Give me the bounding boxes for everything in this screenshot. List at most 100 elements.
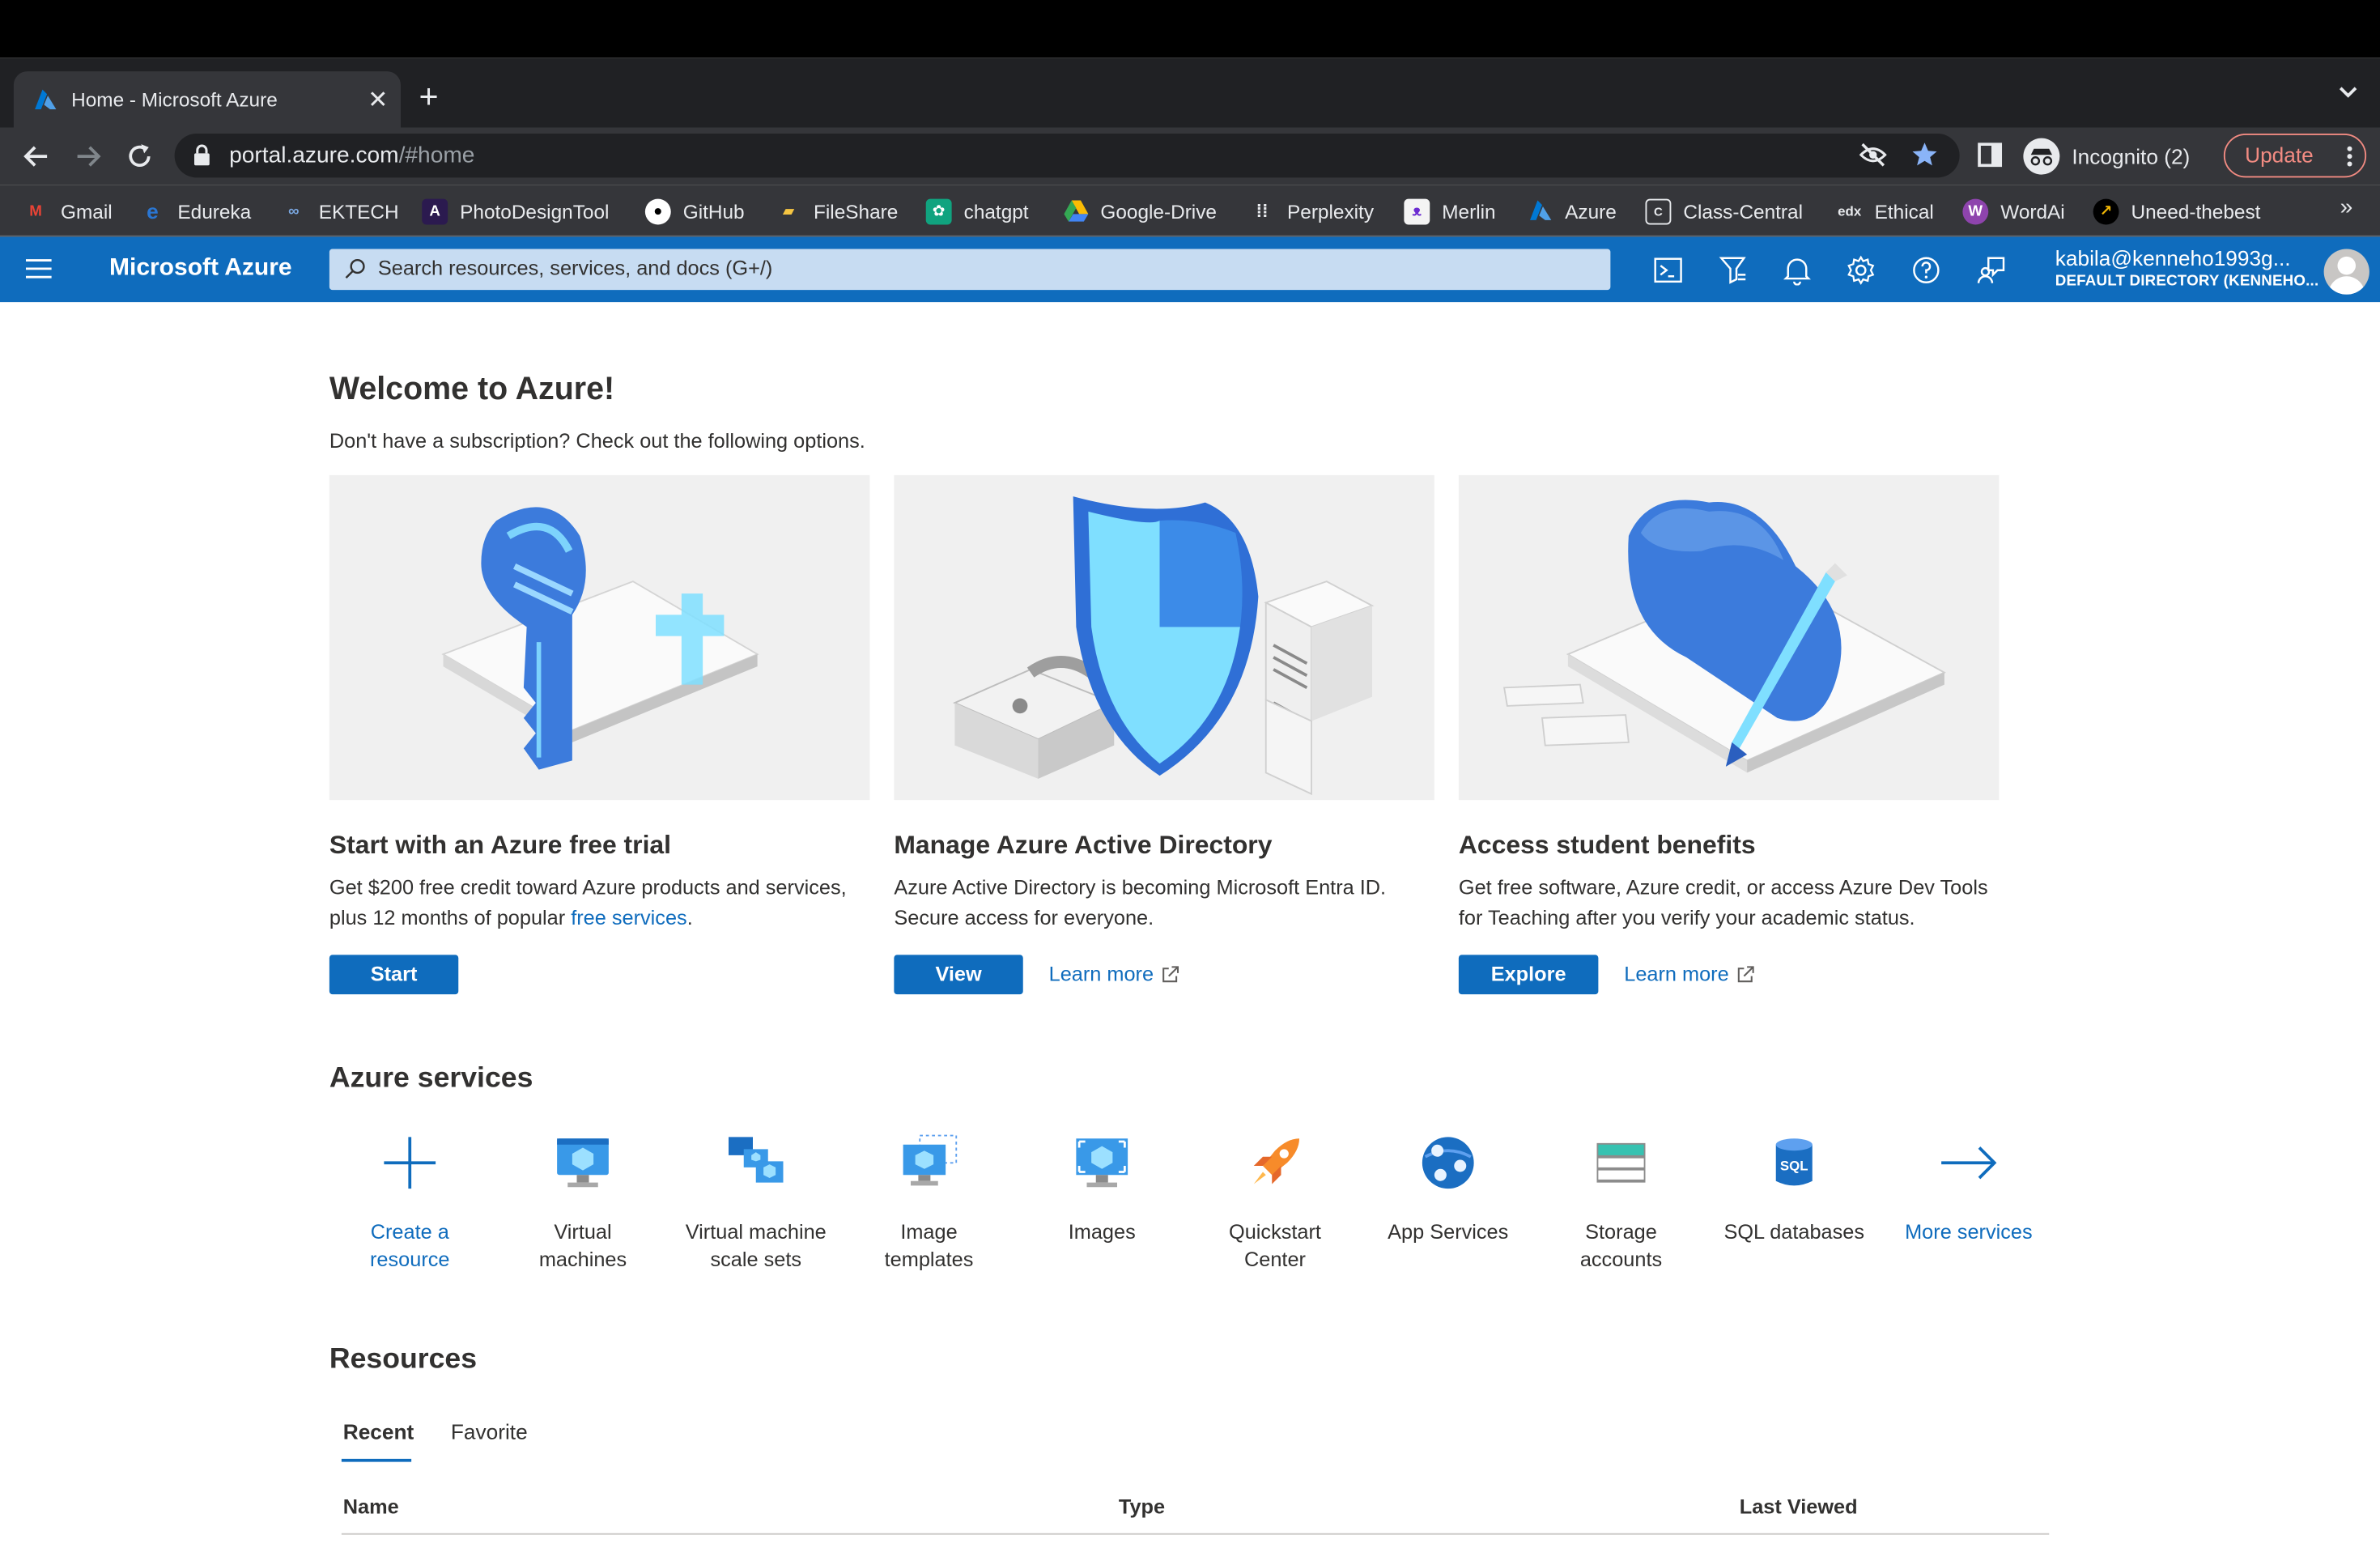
bookmark-ethical[interactable]: edx Ethical — [1837, 196, 1934, 227]
vm-scale-sets-icon — [729, 1137, 784, 1183]
column-header-name[interactable]: Name — [343, 1495, 399, 1518]
column-header-last-viewed[interactable]: Last Viewed — [1740, 1495, 1858, 1518]
global-search-input[interactable]: Search resources, services, and docs (G+… — [329, 249, 1611, 291]
bookmark-label: Uneed-thebest — [2131, 199, 2261, 223]
column-header-type[interactable]: Type — [1119, 1495, 1165, 1518]
bookmark-merlin[interactable]: ᴥ Merlin — [1404, 196, 1496, 227]
sql-database-icon: SQL — [1775, 1138, 1813, 1186]
url-text: portal.azure.com/#home — [229, 142, 474, 168]
bookmarks-overflow-icon[interactable]: » — [2340, 194, 2353, 220]
address-bar[interactable]: portal.azure.com/#home — [174, 134, 1960, 178]
uneed-icon: ↗ — [2093, 198, 2119, 224]
bookmarks-bar: M Gmail e Edureka ∞ EKTECH A PhotoDesignTool… — [0, 185, 2380, 237]
back-icon[interactable] — [21, 141, 52, 172]
service-more-services[interactable]: More services — [1882, 1133, 2055, 1247]
card-title: Access student benefits — [1458, 830, 1756, 860]
service-label: Storage accounts — [1579, 1220, 1663, 1271]
bookmark-wordai[interactable]: W WordAi — [1962, 196, 2065, 227]
learn-more-label: Learn more — [1624, 962, 1729, 985]
bookmark-chatgpt[interactable]: ✿ chatgpt — [925, 196, 1029, 227]
more-vert-icon[interactable] — [2347, 146, 2353, 167]
service-create-resource[interactable]: Create a resource — [323, 1133, 496, 1274]
tab-favorite[interactable]: Favorite — [451, 1419, 528, 1444]
help-icon[interactable] — [1911, 255, 1942, 286]
rocket-icon — [1253, 1138, 1299, 1184]
virtual-machine-icon — [557, 1138, 609, 1188]
service-image-templates[interactable]: Image templates — [843, 1133, 1016, 1274]
new-tab-icon[interactable]: + — [419, 79, 439, 116]
service-label: Create a resource — [370, 1220, 450, 1271]
tab-strip: Home - Microsoft Azure ✕ + — [0, 57, 2380, 128]
service-label: Image templates — [884, 1220, 974, 1271]
learn-more-label: Learn more — [1048, 962, 1154, 985]
bookmark-github[interactable]: ● GitHub — [644, 196, 745, 227]
azure-brand[interactable]: Microsoft Azure — [109, 255, 292, 283]
bookmark-ektech[interactable]: ∞ EKTECH — [281, 196, 399, 227]
view-button[interactable]: View — [894, 955, 1023, 995]
start-button[interactable]: Start — [329, 955, 459, 995]
service-virtual-machines[interactable]: Virtual machines — [496, 1133, 669, 1274]
search-icon — [345, 258, 365, 279]
bookmark-class-central[interactable]: C Class-Central — [1645, 196, 1803, 227]
service-images[interactable]: Images — [1015, 1133, 1188, 1247]
service-app-services[interactable]: App Services — [1362, 1133, 1535, 1247]
service-label: App Services — [1388, 1220, 1509, 1244]
service-quickstart-center[interactable]: Quickstart Center — [1188, 1133, 1362, 1274]
learn-more-link[interactable]: Learn more — [1624, 963, 1754, 985]
tab-recent[interactable]: Recent — [343, 1419, 414, 1444]
bookmark-fileshare[interactable]: ▰ FileShare — [776, 196, 899, 227]
feedback-icon[interactable] — [1976, 255, 2007, 286]
bookmark-label: GitHub — [682, 199, 745, 223]
bookmark-perplexity[interactable]: ⁞⁞ Perplexity — [1249, 196, 1374, 227]
learn-more-link[interactable]: Learn more — [1049, 963, 1179, 985]
hamburger-menu-icon[interactable] — [25, 258, 52, 279]
bookmark-photodesigntool[interactable]: A PhotoDesignTool — [422, 196, 609, 227]
notifications-bell-icon[interactable] — [1782, 255, 1813, 286]
bookmark-label: Ethical — [1874, 199, 1934, 223]
gmail-icon: M — [29, 202, 42, 219]
service-label: Images — [1068, 1220, 1136, 1244]
azure-icon — [1527, 198, 1553, 224]
settings-gear-icon[interactable] — [1846, 255, 1876, 286]
bookmark-gmail[interactable]: M Gmail — [23, 196, 112, 227]
directory-filter-icon[interactable] — [1719, 255, 1749, 286]
side-panel-icon[interactable] — [1978, 142, 2003, 168]
service-storage-accounts[interactable]: Storage accounts — [1535, 1133, 1708, 1274]
close-tab-icon[interactable]: ✕ — [355, 84, 401, 115]
card-student-benefits: Access student benefits Get free softwar… — [1458, 474, 2000, 995]
explore-button[interactable]: Explore — [1458, 955, 1599, 995]
free-services-link[interactable]: free services — [571, 905, 686, 928]
chevron-down-icon[interactable] — [2338, 85, 2359, 100]
plus-icon — [384, 1137, 436, 1189]
shield-illustration — [894, 474, 1434, 801]
svg-text:SQL: SQL — [1780, 1159, 1808, 1174]
card-description: Get $200 free credit toward Azure produc… — [329, 873, 870, 932]
photodesign-icon: A — [422, 198, 448, 224]
bookmark-edureka[interactable]: e Edureka — [140, 196, 251, 227]
eye-off-icon[interactable] — [1859, 142, 1887, 167]
account-menu[interactable]: kabila@kenneho1993g... DEFAULT DIRECTORY… — [2055, 246, 2319, 290]
bookmark-label: chatgpt — [963, 199, 1029, 223]
perplexity-icon: ⁞⁞ — [1256, 200, 1269, 222]
bookmark-label: WordAi — [2000, 199, 2065, 223]
images-icon — [1076, 1138, 1128, 1188]
image-templates-icon — [903, 1134, 958, 1186]
table-header-divider — [341, 1533, 2050, 1535]
browser-tab-home[interactable]: Home - Microsoft Azure ✕ — [13, 71, 401, 128]
avatar-icon[interactable] — [2323, 249, 2369, 295]
bookmark-google-drive[interactable]: Google-Drive — [1063, 196, 1217, 227]
incognito-profile[interactable]: Incognito (2) — [2023, 134, 2190, 177]
service-label: Quickstart Center — [1229, 1220, 1321, 1271]
reload-icon[interactable] — [125, 141, 155, 172]
cloud-shell-icon[interactable] — [1653, 255, 1684, 286]
storage-accounts-icon — [1596, 1142, 1646, 1183]
service-sql-databases[interactable]: SQL SQL databases — [1707, 1133, 1881, 1247]
bookmark-uneed-thebest[interactable]: ↗ Uneed-thebest — [2093, 196, 2261, 227]
forward-icon[interactable] — [73, 141, 104, 172]
service-vm-scale-sets[interactable]: Virtual machine scale sets — [669, 1133, 843, 1274]
bookmark-azure[interactable]: Azure — [1527, 196, 1617, 227]
card-free-trial: Start with an Azure free trial Get $200 … — [329, 474, 870, 995]
lock-icon[interactable] — [193, 144, 211, 166]
update-button[interactable]: Update — [2223, 134, 2367, 178]
bookmark-star-icon[interactable] — [1911, 141, 1939, 168]
